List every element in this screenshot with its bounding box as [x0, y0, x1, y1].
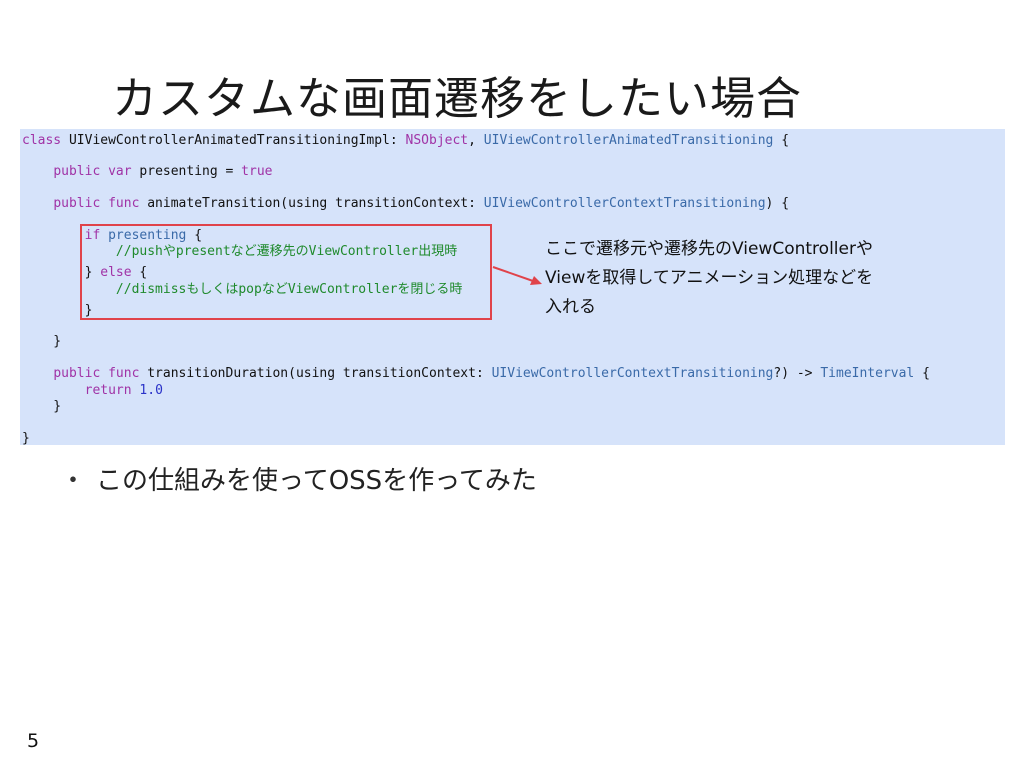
bullet-item: ・この仕組みを使ってOSSを作ってみた [60, 460, 537, 497]
callout-line-3: 入れる [545, 297, 596, 317]
callout-text: ここで遷移元や遷移先のViewControllerや Viewを取得してアニメー… [545, 235, 873, 322]
bullet-marker: ・ [60, 466, 87, 496]
bullet-text: この仕組みを使ってOSSを作ってみた [96, 466, 537, 496]
page-number: 5 [27, 730, 40, 752]
callout-arrow-icon [492, 266, 542, 285]
callout-line-1: ここで遷移元や遷移先のViewControllerや [545, 239, 873, 259]
callout-line-2: Viewを取得してアニメーション処理などを [545, 268, 874, 288]
